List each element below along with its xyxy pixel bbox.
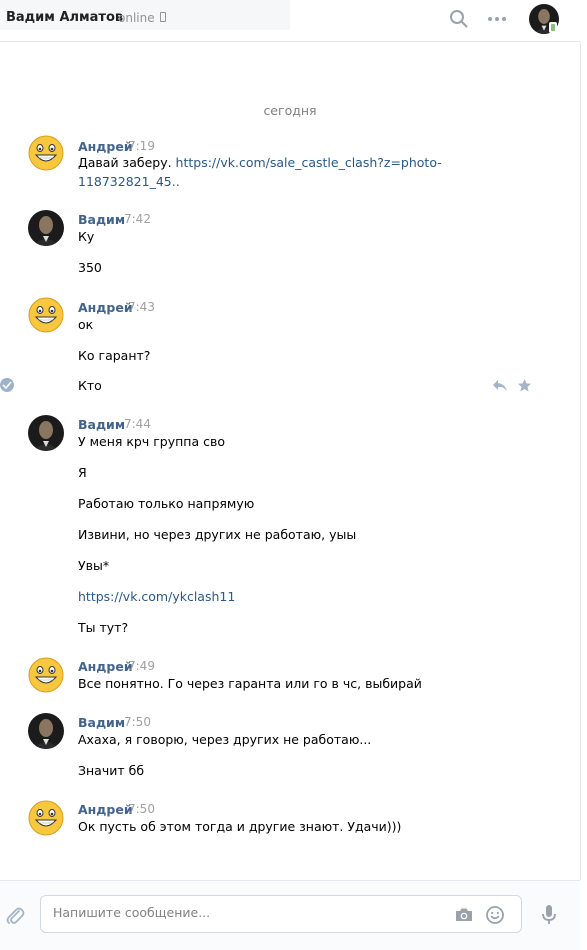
scrollbar[interactable] <box>580 42 587 880</box>
message-author[interactable]: Андрей <box>78 300 133 315</box>
date-divider: сегодня <box>263 103 317 118</box>
message-author[interactable]: Андрей <box>78 802 133 817</box>
message-text: ок <box>78 317 94 332</box>
message-text: Увы* <box>78 558 110 573</box>
message-time[interactable]: 7:44 <box>124 417 151 431</box>
search-icon[interactable] <box>448 8 470 30</box>
message-composer <box>0 880 580 950</box>
avatar[interactable] <box>28 297 64 333</box>
message-text: Значит бб <box>78 763 145 778</box>
message-text: Ко гарант? <box>78 348 151 363</box>
contact-name[interactable]: Вадим Алматов <box>6 10 123 25</box>
message-input[interactable] <box>53 905 433 920</box>
online-indicator <box>549 22 557 33</box>
chat-header: Вадим Алматов online <box>0 0 580 42</box>
message-link[interactable]: https://vk.com/ykclash11 <box>78 589 235 604</box>
message-link[interactable]: 118732821_45.. <box>78 174 180 189</box>
message-text: Работаю только напрямую <box>78 496 255 511</box>
message-text: Извини, но через других не работаю, уыы <box>78 527 357 542</box>
message-text-part: Давай заберу. <box>78 155 176 170</box>
message-time[interactable]: 7:50 <box>124 715 151 729</box>
message-time[interactable]: 7:49 <box>128 659 155 673</box>
message-input-box[interactable] <box>40 895 522 933</box>
contact-status: online <box>118 11 155 25</box>
more-icon[interactable] <box>486 8 508 30</box>
message-text: Давай заберу. https://vk.com/sale_castle… <box>78 155 442 170</box>
attach-icon[interactable] <box>5 905 25 927</box>
message-author[interactable]: Андрей <box>78 139 133 154</box>
message-text: Ахаха, я говорю, через других не работаю… <box>78 732 372 747</box>
message-text: Ку <box>78 229 95 244</box>
message-author[interactable]: Андрей <box>78 659 133 674</box>
message-link[interactable]: https://vk.com/sale_castle_clash?z=photo… <box>176 155 442 170</box>
phone-icon <box>160 12 166 22</box>
message-time[interactable]: 7:50 <box>128 802 155 816</box>
star-icon[interactable] <box>517 378 532 393</box>
avatar[interactable] <box>28 135 64 171</box>
message-text: Кто <box>78 378 102 393</box>
message-time[interactable]: 7:42 <box>124 212 151 226</box>
message-author[interactable]: Вадим <box>78 417 125 432</box>
avatar[interactable] <box>28 415 64 451</box>
message-text: У меня крч группа сво <box>78 434 225 449</box>
avatar[interactable] <box>28 800 64 836</box>
microphone-icon[interactable] <box>540 904 558 926</box>
selected-check-icon[interactable] <box>0 378 14 392</box>
message-time[interactable]: 7:19 <box>128 139 155 153</box>
message-time[interactable]: 7:43 <box>128 300 155 314</box>
avatar[interactable] <box>28 657 64 693</box>
message-text: Все понятно. Го через гаранта или го в ч… <box>78 676 422 691</box>
avatar[interactable] <box>28 210 64 246</box>
message-text: Ок пусть об этом тогда и другие знают. У… <box>78 819 402 834</box>
reply-icon[interactable] <box>492 379 508 393</box>
message-author[interactable]: Вадим <box>78 212 125 227</box>
camera-icon[interactable] <box>454 906 474 924</box>
message-author[interactable]: Вадим <box>78 715 125 730</box>
message-text: 350 <box>78 260 102 275</box>
message-text: Я <box>78 465 87 480</box>
message-text: Ты тут? <box>78 620 129 635</box>
emoji-icon[interactable] <box>485 905 505 925</box>
avatar[interactable] <box>28 713 64 749</box>
